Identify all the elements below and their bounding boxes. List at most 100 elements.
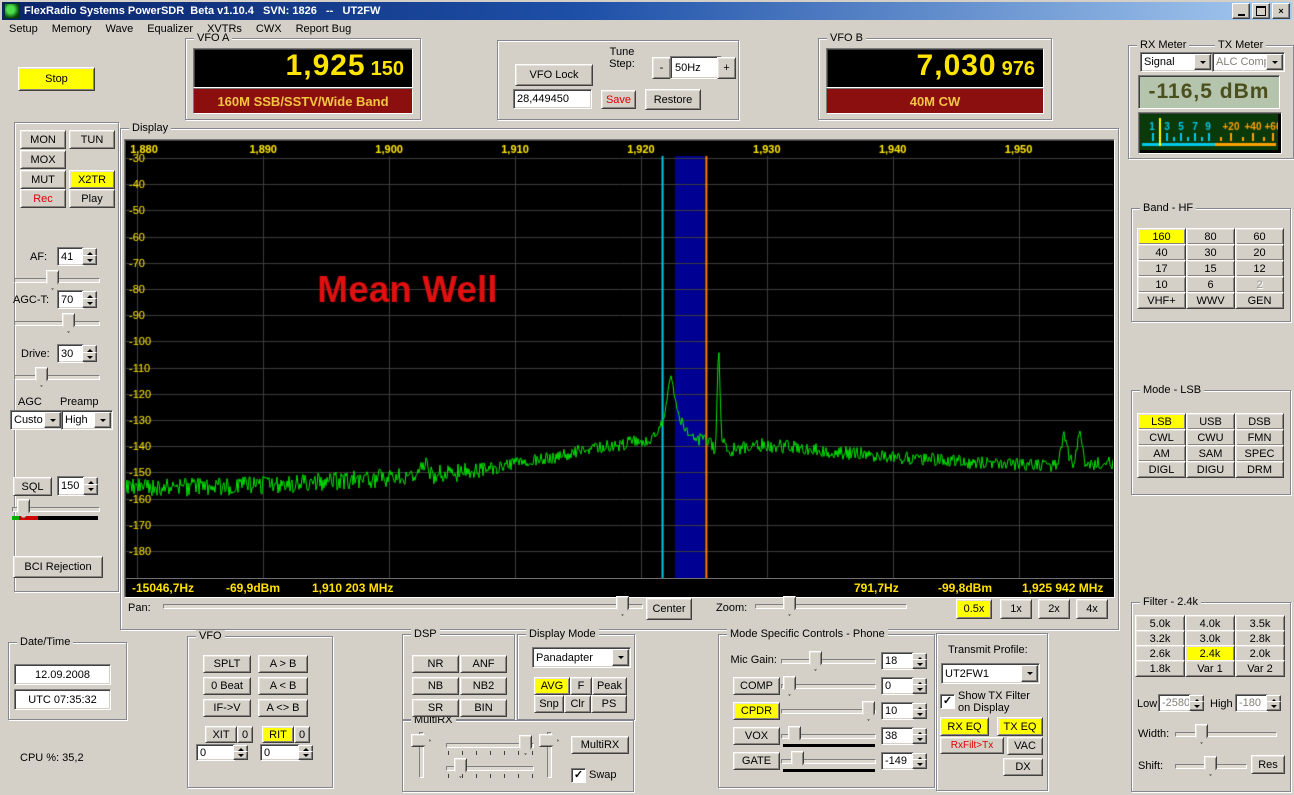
zoom-0.5x-button[interactable]: 0.5x xyxy=(956,599,992,619)
dsp-nb-button[interactable]: NB xyxy=(412,677,459,695)
sql-spinner[interactable]: 150 xyxy=(57,476,98,496)
pan-slider[interactable] xyxy=(163,596,643,616)
msc-vox-spinner-down[interactable] xyxy=(912,734,927,744)
filter-res-button[interactable]: Res xyxy=(1251,755,1285,774)
band-2-button[interactable]: 2 xyxy=(1235,276,1284,293)
msc-vox-slider[interactable] xyxy=(781,726,876,746)
msc-gate-slider[interactable] xyxy=(781,751,876,771)
menu-item-report-bug[interactable]: Report Bug xyxy=(289,21,359,37)
msc-cpdr-slider-track[interactable] xyxy=(781,709,876,714)
mode-sam-button[interactable]: SAM xyxy=(1186,445,1235,462)
af-slider-thumb[interactable] xyxy=(46,270,59,290)
vfo-a-b-button[interactable]: A <> B xyxy=(258,699,308,717)
display-mode-select[interactable]: Panadapter xyxy=(532,647,631,668)
mode-cwu-button[interactable]: CWU xyxy=(1186,429,1235,446)
mode-dsb-button[interactable]: DSB xyxy=(1235,413,1284,430)
menu-item-wave[interactable]: Wave xyxy=(98,21,140,37)
agc-select-arrow-icon[interactable] xyxy=(44,412,61,428)
rit-spinner-down[interactable] xyxy=(298,751,313,760)
sql-slider[interactable] xyxy=(12,499,100,519)
dx-button[interactable]: DX xyxy=(1003,758,1043,776)
rx-meter-select[interactable]: Signal xyxy=(1140,52,1213,72)
band-40-button[interactable]: 40 xyxy=(1137,244,1186,261)
rit-zero-button[interactable]: 0 xyxy=(294,726,310,743)
sql-spinner-down[interactable] xyxy=(83,484,98,495)
msc-gate-button[interactable]: GATE xyxy=(733,752,780,770)
band-15-button[interactable]: 15 xyxy=(1186,260,1235,277)
mode-lsb-button[interactable]: LSB xyxy=(1137,413,1186,430)
dsp-sr-button[interactable]: SR xyxy=(412,699,459,717)
mode-spec-button[interactable]: SPEC xyxy=(1235,445,1284,462)
band-17-button[interactable]: 17 xyxy=(1137,260,1186,277)
msc-mic-gain-slider[interactable] xyxy=(781,651,876,671)
xit-button[interactable]: XIT xyxy=(205,726,237,743)
dsp-nr-button[interactable]: NR xyxy=(412,655,459,673)
msc-cpdr-spinner[interactable]: 10 xyxy=(881,702,927,720)
agc-select[interactable]: Custo xyxy=(10,410,63,430)
preamp-select[interactable]: High xyxy=(61,410,113,430)
filter-width-slider-thumb[interactable] xyxy=(1195,724,1208,744)
msc-comp-slider-thumb[interactable] xyxy=(783,676,796,696)
xit-spinner[interactable]: 0 xyxy=(196,744,248,761)
band-80-button[interactable]: 80 xyxy=(1186,228,1235,245)
rit-spinner[interactable]: 0 xyxy=(260,744,313,761)
zoom-4x-button[interactable]: 4x xyxy=(1076,599,1108,619)
vfo-splt-button[interactable]: SPLT xyxy=(203,655,251,673)
zoom-slider[interactable] xyxy=(755,596,907,616)
display-mode-ps-button[interactable]: PS xyxy=(591,695,627,713)
panadapter-canvas[interactable] xyxy=(126,141,1113,578)
xit-zero-button[interactable]: 0 xyxy=(237,726,253,743)
vfo-a-display[interactable]: 1,925 150 xyxy=(193,48,413,88)
drive-slider-thumb[interactable] xyxy=(35,367,48,387)
filter-var-1-button[interactable]: Var 1 xyxy=(1185,660,1235,677)
msc-gate-slider-thumb[interactable] xyxy=(791,751,804,771)
display-mode-clr-button[interactable]: Clr xyxy=(564,695,591,713)
filter-low-spinner[interactable]: -2580 xyxy=(1158,694,1204,712)
drive-slider-track[interactable] xyxy=(14,375,100,380)
filter-width-slider[interactable] xyxy=(1175,724,1277,744)
msc-comp-spinner[interactable]: 0 xyxy=(881,677,927,695)
filter-var-2-button[interactable]: Var 2 xyxy=(1235,660,1285,677)
band-vhf-button[interactable]: VHF+ xyxy=(1137,292,1186,309)
multirx-balance-slider[interactable] xyxy=(539,732,559,778)
tune-step-up-button[interactable]: + xyxy=(717,57,736,79)
menu-item-equalizer[interactable]: Equalizer xyxy=(140,21,200,37)
band-160-button[interactable]: 160 xyxy=(1137,228,1186,245)
bci-rejection-button[interactable]: BCI Rejection xyxy=(13,556,103,578)
zoom-1x-button[interactable]: 1x xyxy=(1000,599,1032,619)
band-12-button[interactable]: 12 xyxy=(1235,260,1284,277)
mode-am-button[interactable]: AM xyxy=(1137,445,1186,462)
msc-mic-gain-spinner[interactable]: 18 xyxy=(881,652,927,670)
preamp-select-arrow-icon[interactable] xyxy=(94,412,111,428)
spectrum-display[interactable]: -15046,7Hz -69,9dBm 1,910 203 MHz 791,7Hz -9… xyxy=(124,139,1115,598)
agc-t-slider[interactable] xyxy=(14,313,100,333)
rxfilt-tx-button[interactable]: RxFilt>Tx xyxy=(940,737,1004,754)
filter-low-spinner-down[interactable] xyxy=(1189,701,1204,711)
dsp-bin-button[interactable]: BIN xyxy=(460,699,507,717)
mode-digl-button[interactable]: DIGL xyxy=(1137,461,1186,478)
band-gen-button[interactable]: GEN xyxy=(1235,292,1284,309)
vfo-0-beat-button[interactable]: 0 Beat xyxy=(203,677,251,695)
sql-slider-thumb[interactable] xyxy=(17,499,30,519)
msc-vox-slider-thumb[interactable] xyxy=(788,726,801,746)
tx-meter-select-arrow-icon[interactable] xyxy=(1266,54,1283,70)
multirx-button[interactable]: MultiRX xyxy=(571,736,629,754)
msc-cpdr-slider[interactable] xyxy=(781,701,876,721)
display-mode-peak-button[interactable]: Peak xyxy=(592,677,627,695)
display-mode-avg-button[interactable]: AVG xyxy=(534,677,570,695)
af-spinner[interactable]: 41 xyxy=(57,247,97,266)
mode-usb-button[interactable]: USB xyxy=(1186,413,1235,430)
sql-button[interactable]: SQL xyxy=(13,477,52,496)
menu-item-setup[interactable]: Setup xyxy=(2,21,45,37)
rec-button[interactable]: Rec xyxy=(20,189,66,208)
center-button[interactable]: Center xyxy=(646,598,692,620)
multirx-level-slider[interactable] xyxy=(411,732,431,778)
stop-button[interactable]: Stop xyxy=(18,67,95,91)
band-wwv-button[interactable]: WWV xyxy=(1186,292,1235,309)
display-mode-f-button[interactable]: F xyxy=(570,677,592,695)
band-6-button[interactable]: 6 xyxy=(1186,276,1235,293)
multirx-balance-slider-thumb[interactable] xyxy=(539,734,559,747)
msc-comp-spinner-down[interactable] xyxy=(912,684,927,694)
filter-shift-slider-thumb[interactable] xyxy=(1204,756,1217,776)
msc-gate-spinner[interactable]: -149 xyxy=(881,752,927,770)
